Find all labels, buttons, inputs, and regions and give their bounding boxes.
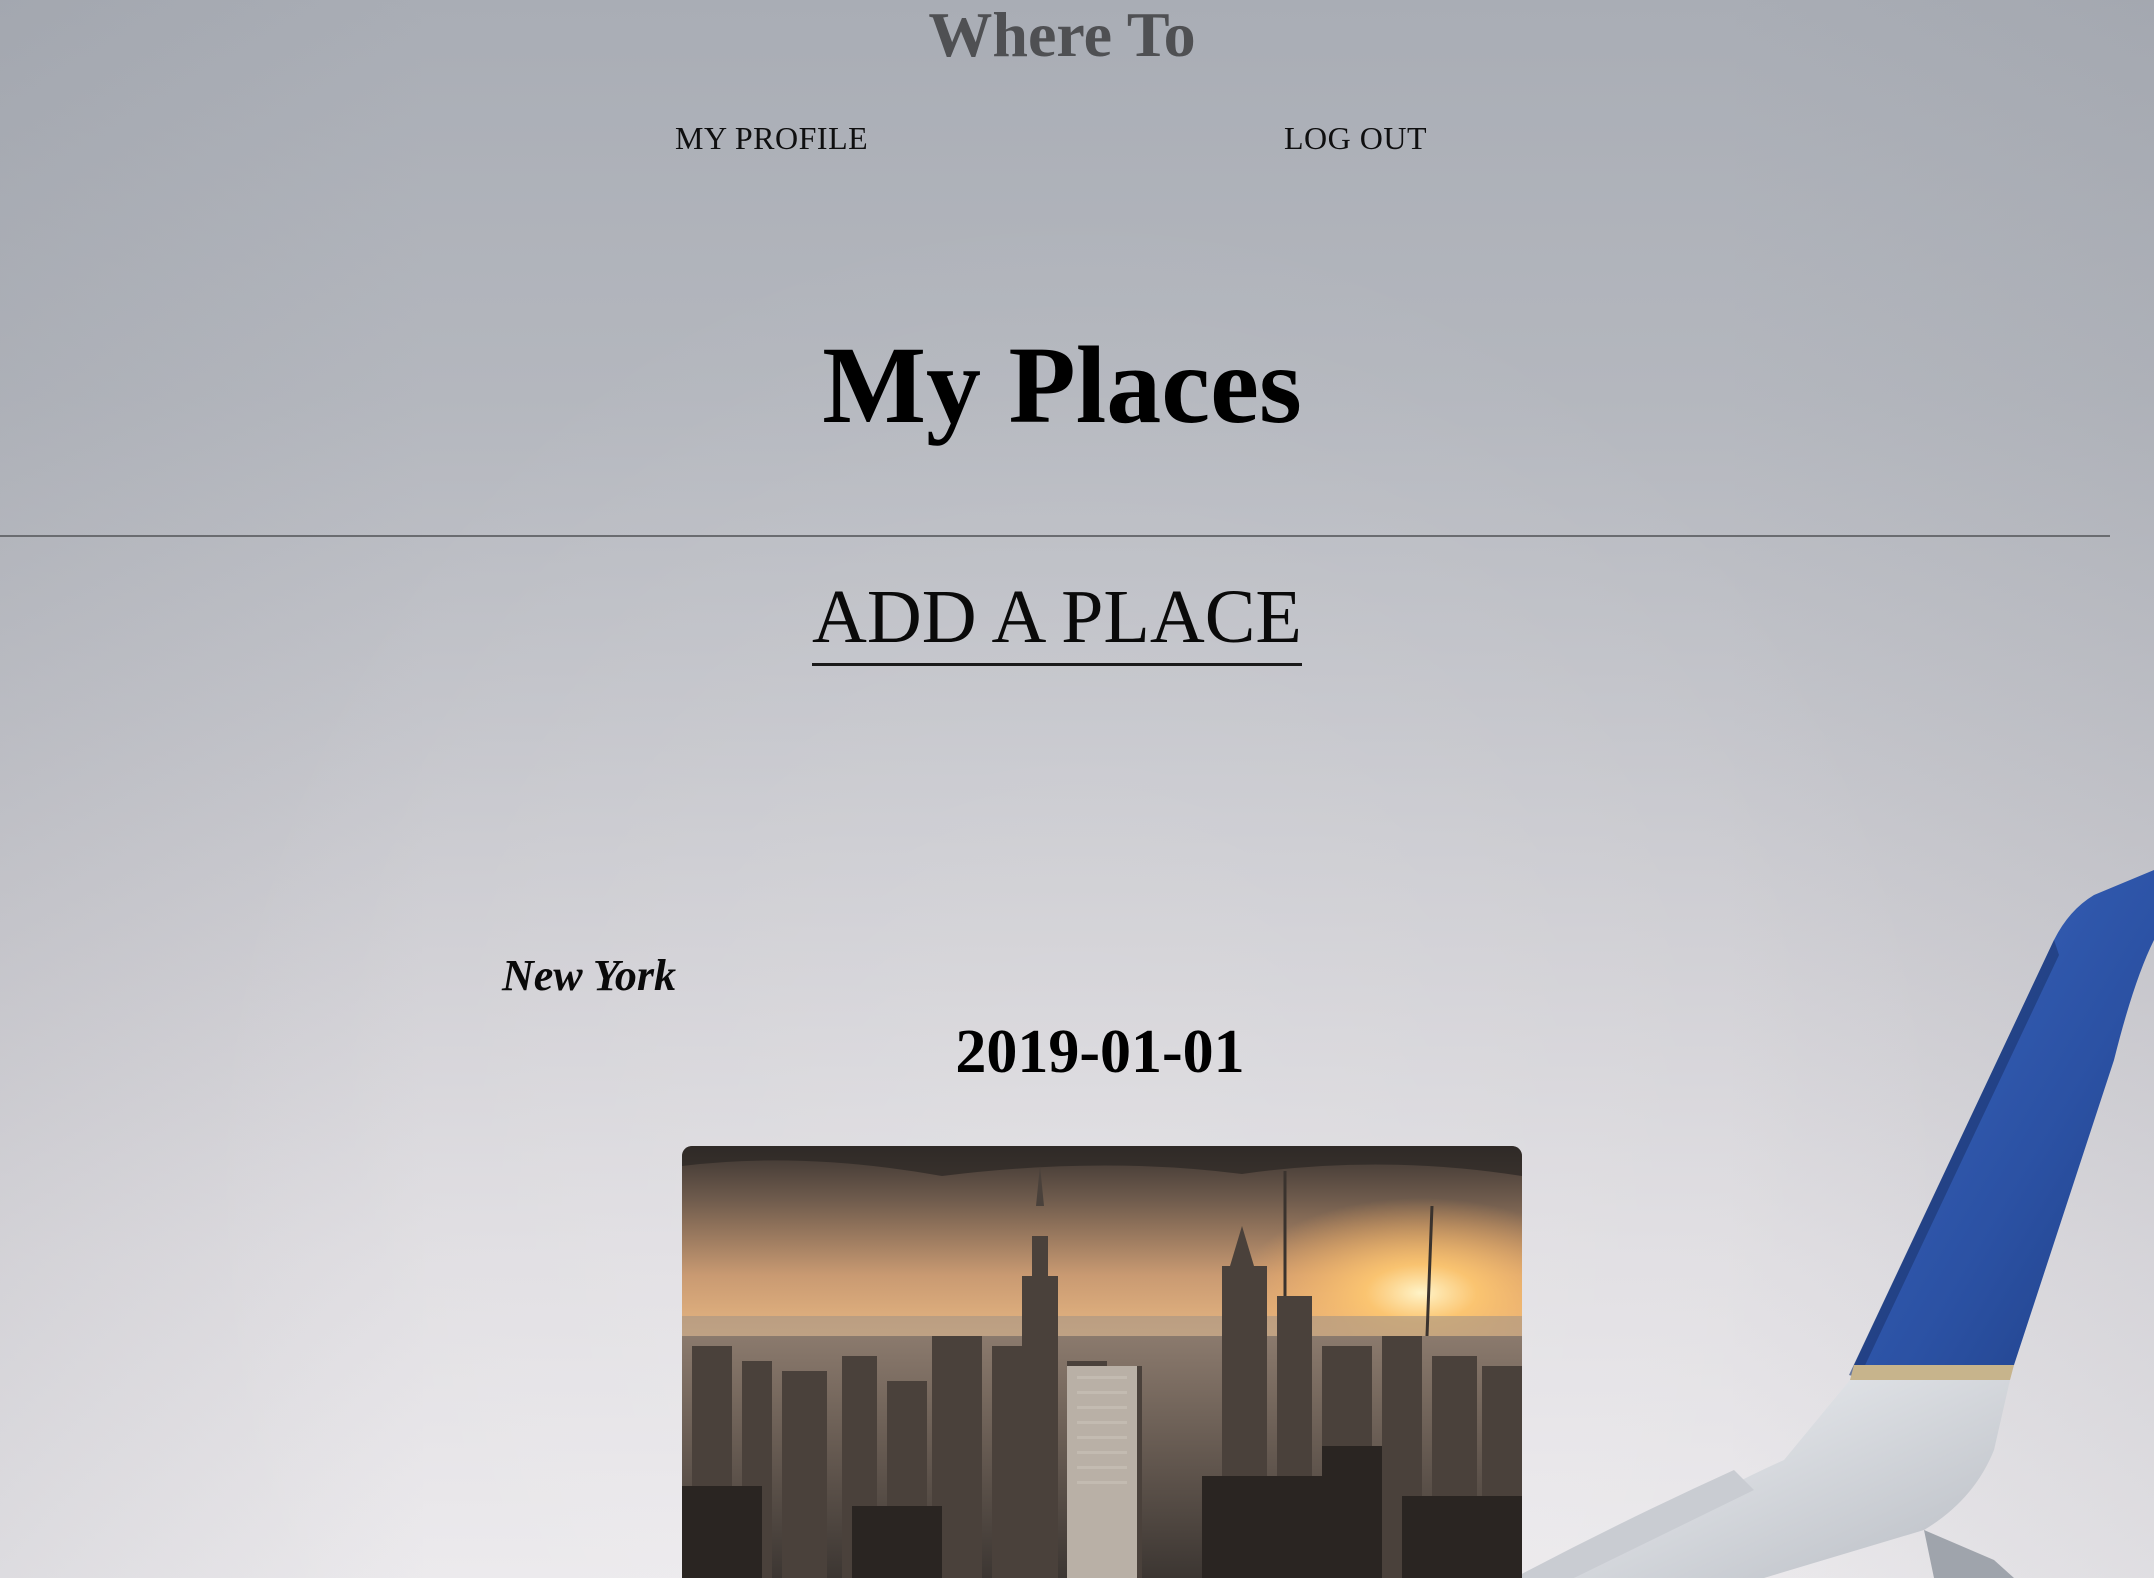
nav-my-profile-link[interactable]: MY PROFILE — [675, 118, 868, 158]
page-title: My Places — [822, 324, 1302, 446]
place-name: New York — [502, 951, 676, 1000]
nav-log-out-link[interactable]: LOG OUT — [1284, 118, 1427, 158]
add-place-link[interactable]: ADD A PLACE — [812, 573, 1302, 666]
place-photo-new-york-skyline[interactable] — [682, 1146, 1522, 1578]
site-title: Where To — [928, 0, 1196, 70]
airplane-wing-image — [1514, 870, 2154, 1578]
place-date: 2019-01-01 — [955, 1018, 1245, 1086]
section-divider — [0, 535, 2110, 537]
